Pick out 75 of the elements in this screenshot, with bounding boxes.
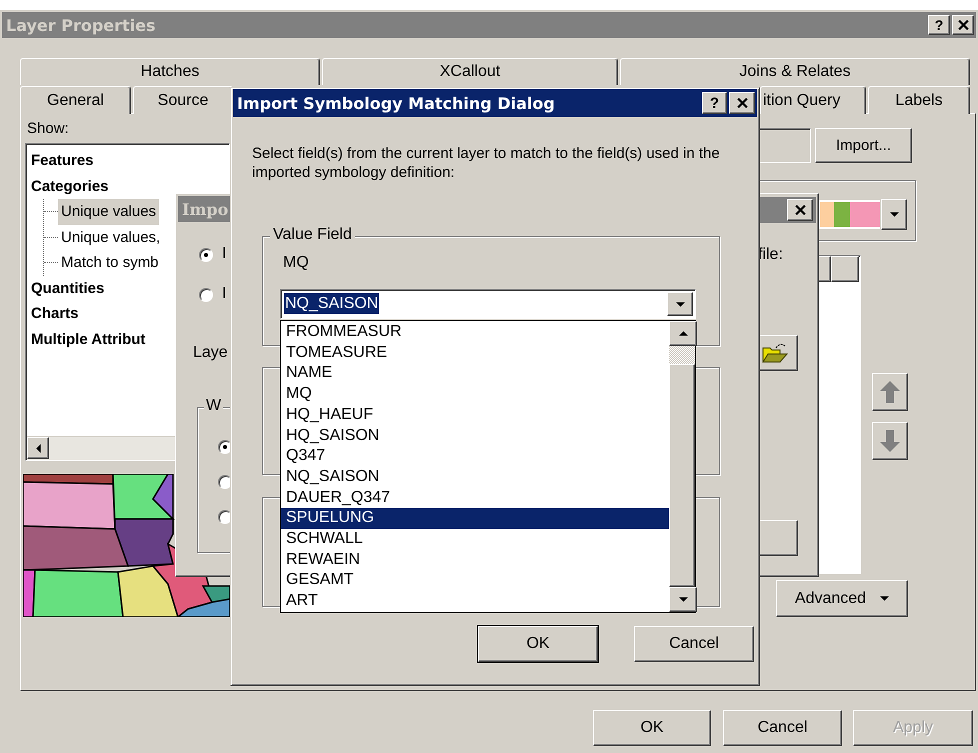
list-option[interactable]: ART (281, 591, 669, 612)
instructions-text: Select field(s) from the current layer to match to the field(s) used in the imported symbology definition: (252, 144, 721, 182)
layer-label: Laye (193, 344, 228, 362)
dialog-title: Impo (182, 200, 228, 218)
tab[interactable]: General (20, 86, 131, 114)
tree-item[interactable]: Unique values (58, 199, 160, 224)
list-option[interactable]: NQ_SAISON (281, 466, 669, 488)
tab[interactable]: Hatches (20, 58, 320, 85)
tree-item[interactable]: Quantities (29, 276, 106, 301)
vertical-scrollbar[interactable] (669, 321, 695, 612)
move-down-button[interactable] (872, 422, 908, 460)
list-option[interactable]: SCHWALL (281, 529, 669, 550)
tree-item[interactable]: Match to symb (58, 250, 162, 276)
window-button[interactable]: Cancel (723, 710, 842, 746)
dropdown-button[interactable] (667, 292, 693, 316)
radio-label: I (222, 245, 226, 263)
scroll-up-button[interactable] (669, 321, 697, 346)
close-icon (958, 20, 968, 30)
caret-icon (890, 212, 898, 217)
tree-item[interactable]: Features (29, 148, 96, 174)
field-name: MQ (283, 254, 309, 272)
list-option[interactable]: Q347 (281, 446, 669, 467)
scroll-thumb[interactable] (669, 364, 695, 587)
close-icon (794, 205, 806, 215)
tree-item[interactable]: Charts (29, 301, 81, 326)
move-up-button[interactable] (872, 373, 908, 411)
help-button[interactable]: ? (928, 15, 950, 35)
list-option[interactable]: SPUELUNG (281, 508, 669, 530)
field-dropdown[interactable]: NQ_SAISON (280, 289, 696, 319)
close-icon (736, 98, 748, 108)
up-arrow-icon (880, 381, 900, 403)
dialog-title: Import Symbology Matching Dialog (237, 94, 555, 112)
caret-icon (880, 596, 890, 601)
list-option[interactable]: HQ_SAISON (281, 426, 669, 446)
list-option[interactable]: MQ (281, 384, 669, 405)
import-button[interactable]: Import... (815, 128, 912, 163)
tree-item[interactable]: Multiple Attribut (29, 326, 148, 352)
caret-icon (676, 302, 684, 306)
list-option[interactable]: GESAMT (281, 570, 669, 592)
selected-value: NQ_SAISON (284, 293, 380, 314)
list-option[interactable]: FROMMEASUR (281, 322, 669, 343)
caret-icon (678, 597, 688, 602)
list-option[interactable]: NAME (281, 363, 669, 384)
tab[interactable]: XCallout (322, 58, 618, 85)
caret-icon (678, 331, 688, 336)
color-ramp[interactable] (818, 200, 880, 229)
close-button[interactable] (952, 15, 974, 35)
list-option[interactable]: DAUER_Q347 (281, 488, 669, 508)
scroll-down-button[interactable] (669, 587, 697, 612)
tab[interactable]: Source (133, 86, 233, 114)
tab[interactable]: Joins & Relates (620, 58, 970, 85)
radio-label: I (222, 285, 226, 303)
folder-icon (762, 342, 788, 364)
dropdown-button[interactable] (881, 199, 907, 230)
down-arrow-icon (880, 430, 900, 452)
dialog-button[interactable]: OK (478, 626, 598, 662)
list-option[interactable]: REWAEIN (281, 550, 669, 570)
close-button[interactable] (729, 92, 755, 114)
dialog-button[interactable]: Cancel (634, 626, 754, 662)
window-title: Layer Properties (6, 16, 156, 34)
tab[interactable]: ition Query (760, 86, 866, 114)
scroll-left-button[interactable] (27, 437, 49, 459)
scroll-track[interactable] (669, 346, 695, 364)
advanced-button[interactable]: Advanced (776, 580, 908, 617)
list-option[interactable]: HQ_HAEUF (281, 404, 669, 426)
tree-item[interactable]: Categories (29, 174, 111, 199)
list-option[interactable]: TOMEASURE (281, 342, 669, 364)
close-button[interactable] (787, 199, 813, 221)
show-label: Show: (27, 120, 69, 137)
tab[interactable]: Labels (868, 86, 970, 114)
window-button[interactable]: OK (593, 710, 711, 746)
help-button[interactable]: ? (702, 92, 727, 114)
tree-item[interactable]: Unique values, (58, 224, 164, 250)
caret-icon (36, 444, 40, 452)
column-header[interactable] (831, 256, 859, 282)
